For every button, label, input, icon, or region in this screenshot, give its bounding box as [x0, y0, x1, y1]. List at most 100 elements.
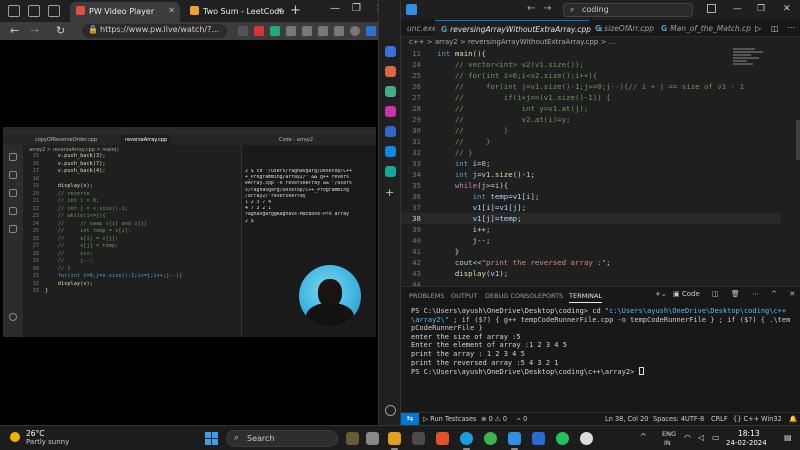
encoding[interactable]: UTF-8: [685, 415, 704, 423]
add-icon[interactable]: +: [385, 187, 396, 199]
language-indicator[interactable]: ENG: [662, 430, 676, 438]
account-icon[interactable]: [350, 26, 360, 36]
whatsapp-icon[interactable]: [556, 432, 569, 445]
workspaces-icon[interactable]: [28, 5, 40, 17]
tab-problems[interactable]: PROBLEMS: [409, 292, 444, 300]
copilot-icon[interactable]: [366, 26, 376, 36]
collections-icon[interactable]: [318, 26, 328, 36]
notification-center-icon[interactable]: ▤: [784, 433, 792, 442]
shopping-icon[interactable]: [385, 66, 396, 77]
show-hidden-icons[interactable]: ^: [640, 432, 647, 441]
kill-terminal-icon[interactable]: 🗑: [731, 290, 740, 298]
tab-size-of-arr[interactable]: GsizeOfArr.cpp: [589, 20, 655, 37]
terminal-output[interactable]: PS C:\Users\ayush\OneDrive\Desktop\codin…: [411, 307, 791, 377]
nav-forward-icon[interactable]: →: [543, 3, 551, 14]
games-icon[interactable]: [385, 106, 396, 117]
more-icon[interactable]: ⋯: [752, 290, 759, 298]
drop-icon[interactable]: [385, 166, 396, 177]
vscode-taskbar-icon[interactable]: [508, 432, 521, 450]
extension-icon[interactable]: [270, 26, 280, 36]
tab-ports[interactable]: PORTS: [542, 292, 563, 300]
read-aloud-icon[interactable]: [238, 26, 248, 36]
editor-scrollbar[interactable]: [796, 120, 800, 160]
clock-time[interactable]: 18:13: [738, 429, 760, 438]
platform[interactable]: Win32: [761, 415, 782, 423]
tab-unc-exe[interactable]: unc.exe: [401, 20, 437, 37]
brave-icon[interactable]: [436, 432, 449, 445]
indentation[interactable]: Spaces: 4: [653, 415, 685, 423]
notifications-icon[interactable]: 🔔: [789, 415, 797, 423]
more-actions-icon[interactable]: ⋯: [787, 23, 795, 32]
split-editor-icon[interactable]: ◫: [771, 24, 779, 33]
url-input[interactable]: 🔒 https://www.pw.live/watch/?...: [82, 24, 227, 38]
task-view-icon[interactable]: [366, 432, 379, 445]
tab-man-of-the-match[interactable]: G Man_of_the_Match.cp: [655, 20, 751, 37]
cursor-position[interactable]: Ln 38, Col 20: [605, 415, 649, 423]
video-player[interactable]: copyOfReverseOrder.cpp reverseArray.cpp …: [3, 127, 376, 337]
close-panel-icon[interactable]: ✕: [789, 290, 795, 298]
minimize-icon[interactable]: —: [733, 4, 742, 14]
forward-icon[interactable]: →: [30, 24, 39, 37]
weather-sun-icon[interactable]: [10, 432, 20, 442]
chrome-icon[interactable]: [484, 432, 497, 445]
terminal-output-line: print the reversed array :5 4 3 2 1: [411, 358, 559, 367]
refresh-icon[interactable]: ↻: [56, 24, 65, 37]
tab-pw-video-player[interactable]: PW Video Player ✕: [70, 2, 180, 22]
run-testcases-button[interactable]: ▷ Run Testcases: [423, 415, 477, 423]
close-tab-icon[interactable]: ✕: [168, 6, 175, 15]
start-button[interactable]: [205, 432, 218, 445]
language-mode[interactable]: {} C++: [733, 415, 759, 423]
weather-temp[interactable]: 26°C: [26, 429, 45, 438]
region-indicator[interactable]: IN: [664, 439, 671, 447]
minimize-icon[interactable]: —: [330, 3, 340, 14]
new-terminal-icon[interactable]: +⌄: [655, 290, 667, 298]
back-icon[interactable]: ←: [10, 24, 19, 37]
maximize-icon[interactable]: ❐: [757, 4, 765, 14]
widgets-icon[interactable]: [346, 432, 359, 445]
taskbar-search[interactable]: ⌕ Search: [226, 430, 338, 447]
wifi-icon[interactable]: ◠: [684, 433, 691, 442]
volume-icon[interactable]: ◁: [698, 433, 704, 442]
app-icon[interactable]: [580, 432, 593, 445]
edge-icon[interactable]: [460, 432, 473, 450]
breadcrumb[interactable]: c++ > array2 > reversingArrayWithoutExtr…: [409, 38, 615, 46]
line-ending[interactable]: CRLF: [711, 415, 728, 423]
tab-output[interactable]: OUTPUT: [451, 292, 478, 300]
tab-terminal[interactable]: TERMINAL: [569, 292, 603, 303]
git-icon[interactable]: [532, 432, 545, 445]
ports-status[interactable]: ⌁ 0: [517, 415, 527, 423]
minimap[interactable]: [733, 48, 773, 88]
battery-icon[interactable]: ▭: [712, 433, 720, 442]
clock-date[interactable]: 24-02-2024: [726, 439, 767, 447]
close-tab-icon[interactable]: ✕: [276, 6, 283, 15]
tab-two-sum-leetcode[interactable]: Two Sum - LeetCode ✕: [184, 2, 288, 22]
downloads-icon[interactable]: [334, 26, 344, 36]
settings-gear-icon[interactable]: [385, 405, 396, 416]
maximize-panel-icon[interactable]: ^: [771, 290, 777, 298]
weather-condition[interactable]: Partly sunny: [26, 438, 69, 446]
copilot-icon[interactable]: [707, 4, 716, 13]
maximize-icon[interactable]: ❐: [352, 3, 361, 14]
file-explorer-icon[interactable]: [388, 432, 401, 450]
terminal-app-icon[interactable]: [412, 432, 425, 445]
run-icon[interactable]: ▷: [755, 24, 761, 33]
search-sidebar-icon[interactable]: [385, 46, 396, 57]
search-icon: ⌕: [234, 433, 240, 443]
new-tab-icon[interactable]: +: [290, 3, 301, 18]
split-terminal-icon[interactable]: ◫: [712, 290, 719, 298]
close-window-icon[interactable]: ✕: [783, 4, 791, 14]
office-icon[interactable]: [385, 126, 396, 137]
tab-actions-icon[interactable]: [48, 5, 60, 17]
adblock-extension-icon[interactable]: [254, 26, 264, 36]
outlook-icon[interactable]: [385, 146, 396, 157]
split-screen-icon[interactable]: [302, 26, 312, 36]
problems-status[interactable]: ⊗ 0 ⚠ 0: [481, 415, 507, 423]
tools-icon[interactable]: [385, 86, 396, 97]
nav-back-icon[interactable]: ←: [527, 3, 535, 14]
tab-reversing-array[interactable]: GreversingArrayWithoutExtraArray.cpp ✕: [435, 20, 603, 37]
command-center-search[interactable]: ⌕ coding: [563, 3, 693, 17]
profile-icon[interactable]: [8, 5, 20, 17]
tab-debug-console[interactable]: DEBUG CONSOLE: [485, 292, 542, 300]
terminal-shell-name[interactable]: Code: [682, 290, 700, 298]
favorites-icon[interactable]: [286, 26, 296, 36]
